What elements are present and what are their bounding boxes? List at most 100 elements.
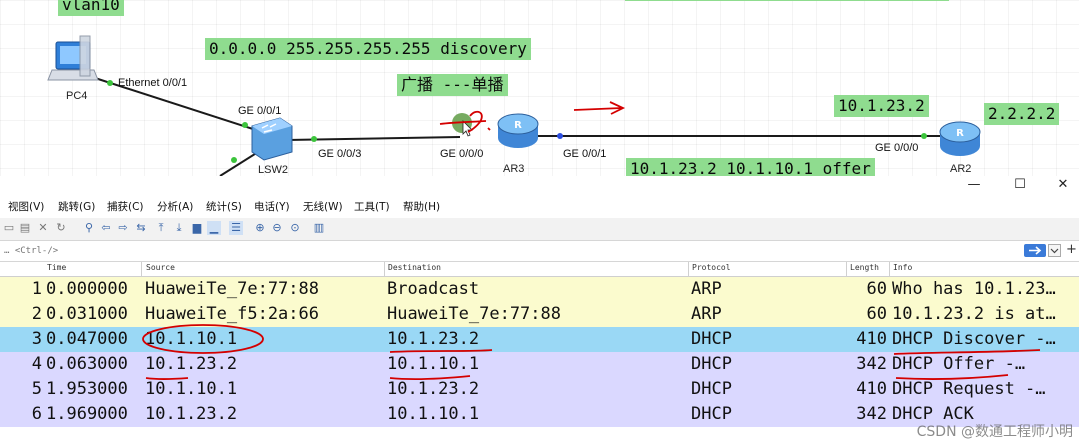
reload-icon[interactable]: ↻ [54,221,68,235]
port-label: GE 0/0/0 [875,142,919,154]
cell-no: 4 [31,354,42,374]
list-view-icon[interactable]: ☰ [229,221,243,235]
menu-wireless[interactable]: 无线(W) [303,199,343,214]
colorize-icon[interactable]: ▁ [207,221,221,235]
cell-no: 3 [31,329,42,349]
device-label-switch: LSW2 [258,164,288,176]
cell-destination: 10.1.10.1 [387,404,480,424]
cell-protocol: DHCP [691,404,732,424]
column-header-destination[interactable]: Destination [388,263,441,272]
port-dot [311,136,317,142]
forward-icon[interactable]: ⇨ [116,221,130,235]
menu-go[interactable]: 跳转(G) [58,199,95,214]
last-packet-icon[interactable]: ⤓ [172,221,186,235]
packet-row[interactable]: 5 1.953000 10.1.10.1 10.1.23.2 DHCP 410 … [0,377,1079,402]
zoom-reset-icon[interactable]: ⊙ [288,221,302,235]
maximize-button[interactable]: ☐ [997,176,1043,194]
go-to-packet-icon[interactable]: ⇆ [134,221,148,235]
column-header-source[interactable]: Source [146,263,175,272]
packet-row[interactable]: 2 0.031000 HuaweiTe_f5:2a:66 HuaweiTe_7e… [0,302,1079,327]
pc-icon[interactable] [47,35,99,81]
column-divider[interactable] [846,262,847,276]
packet-row[interactable]: 4 0.063000 10.1.23.2 10.1.10.1 DHCP 342 … [0,352,1079,377]
router-ip-label: 10.1.23.2 [834,95,929,117]
menu-tools[interactable]: 工具(T) [354,199,390,214]
menu-capture[interactable]: 捕获(C) [107,199,144,214]
main-toolbar: ▭ ▤ ✕ ↻ ⚲ ⇦ ⇨ ⇆ ⤒ ⤓ ▆ ▁ ☰ ⊕ ⊖ ⊙ ▥ [0,218,1079,240]
switch-icon[interactable] [251,117,293,161]
cell-protocol: DHCP [691,379,732,399]
cell-length: 342 [856,404,887,424]
display-filter-input[interactable] [4,243,1014,258]
cell-info: Who has 10.1.23… [892,279,1056,299]
router-ar2-icon[interactable]: R [939,121,981,156]
cell-protocol: DHCP [691,354,732,374]
save-icon[interactable]: ▤ [18,221,32,235]
resize-columns-icon[interactable]: ▥ [312,221,326,235]
port-dot [557,133,563,139]
arrow-right-icon[interactable] [1024,244,1046,257]
offer-label: 10.1.23.2 10.1.10.1 offer [626,158,875,176]
cell-length: 60 [866,304,887,324]
cell-length: 342 [856,354,887,374]
packet-row-selected[interactable]: 3 0.047000 10.1.10.1 10.1.23.2 DHCP 410 … [0,327,1079,352]
menu-bar: 视图(V) 跳转(G) 捕获(C) 分析(A) 统计(S) 电话(Y) 无线(W… [0,195,1079,217]
cell-time: 0.000000 [46,279,128,299]
column-divider[interactable] [141,262,142,276]
zoom-out-icon[interactable]: ⊖ [270,221,284,235]
menu-analyze[interactable]: 分析(A) [157,199,193,214]
column-divider[interactable] [688,262,689,276]
vlan-label: vlan10 [58,0,124,16]
column-header-time[interactable]: Time [47,263,66,272]
menu-view[interactable]: 视图(V) [8,199,44,214]
column-divider[interactable] [384,262,385,276]
menu-telephony[interactable]: 电话(Y) [254,199,290,214]
cell-no: 5 [31,379,42,399]
cell-protocol: DHCP [691,329,732,349]
column-header-info[interactable]: Info [893,263,912,272]
close-button[interactable]: ✕ [1040,176,1079,194]
column-header-protocol[interactable]: Protocol [692,263,731,272]
cell-time: 1.953000 [46,379,128,399]
cell-info: DHCP Offer -… [892,354,1026,374]
cell-info: DHCP Request -… [892,379,1046,399]
cell-source: 10.1.23.2 [145,404,238,424]
link-switch-down[interactable] [219,151,259,176]
first-packet-icon[interactable]: ⤒ [154,221,168,235]
device-label-ar2: AR2 [950,163,972,175]
cell-time: 0.047000 [46,329,128,349]
cell-protocol: ARP [691,279,722,299]
open-file-icon[interactable]: ▭ [2,221,16,235]
svg-text:R: R [956,128,964,139]
plus-icon[interactable]: + [1066,242,1077,257]
cell-source: 10.1.23.2 [145,354,238,374]
cell-source: 10.1.10.1 [145,379,238,399]
cell-time: 0.031000 [46,304,128,324]
watermark: CSDN @数通工程师小明 [916,424,1073,440]
close-file-icon[interactable]: ✕ [36,221,50,235]
minimize-button[interactable]: — [951,176,997,194]
zoom-in-icon[interactable]: ⊕ [253,221,267,235]
cell-time: 0.063000 [46,354,128,374]
cell-no: 6 [31,404,42,424]
autoscroll-icon[interactable]: ▆ [190,221,204,235]
broadcast-unicast-label: 广播 ---单播 [397,74,508,96]
port-label: GE 0/0/1 [563,148,607,160]
direction-arrow-icon [573,101,626,115]
menu-statistics[interactable]: 统计(S) [206,199,242,214]
cell-destination: 10.1.23.2 [387,329,480,349]
svg-text:R: R [514,120,522,131]
menu-help[interactable]: 帮助(H) [403,199,440,214]
back-icon[interactable]: ⇦ [99,221,113,235]
column-header-length[interactable]: Length [850,263,879,272]
port-label: GE 0/0/0 [440,148,484,160]
port-dot [242,122,248,128]
find-icon[interactable]: ⚲ [82,221,96,235]
cell-no: 1 [31,279,42,299]
topology-canvas[interactable]: R R vlan10 0.0.0.0 255.255.255.255 disco… [0,0,1079,176]
packet-row[interactable]: 1 0.000000 HuaweiTe_7e:77:88 Broadcast A… [0,277,1079,302]
chevron-down-icon[interactable] [1048,244,1061,257]
cell-source: HuaweiTe_7e:77:88 [145,279,319,299]
column-divider[interactable] [889,262,890,276]
router-ar3-icon[interactable]: R [497,113,539,148]
